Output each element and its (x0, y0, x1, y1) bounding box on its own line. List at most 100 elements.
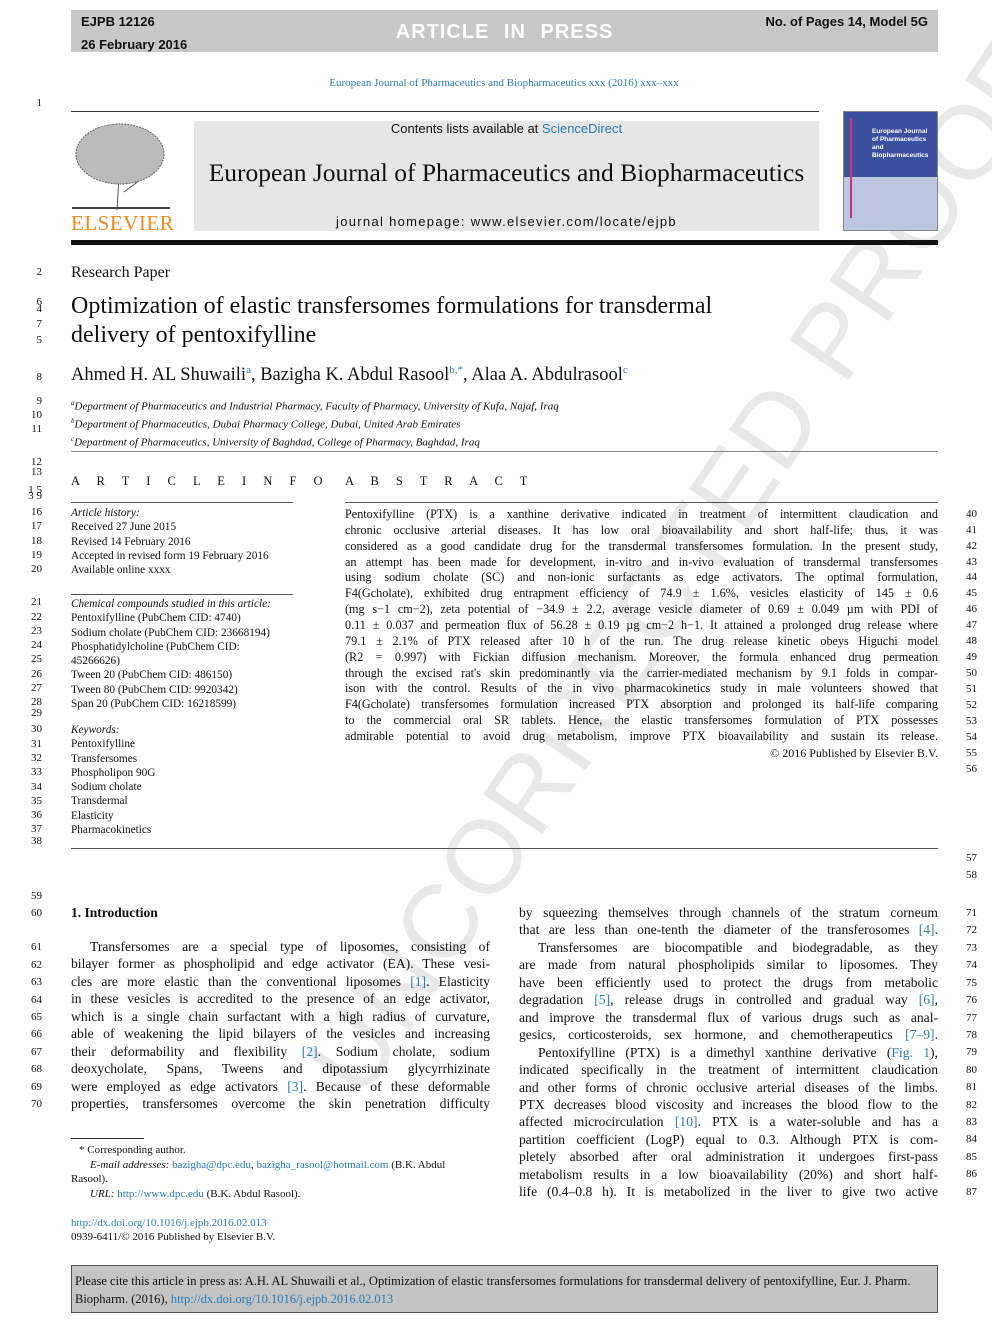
reference-link[interactable]: [7–9] (905, 1027, 934, 1042)
line-number: 8 (36, 371, 43, 383)
history-item: Available online xxxx (71, 564, 171, 577)
line-number: 45 (966, 587, 977, 599)
line-number: 19 (31, 549, 42, 561)
author-name[interactable]: Alaa A. Abdulrasool (471, 365, 623, 385)
abstract-line: an attempt has been made for development… (345, 554, 938, 569)
paragraph-line: were employed as edge activators [3]. Be… (71, 1078, 490, 1094)
line-number: 10 (31, 409, 42, 421)
article-title: Optimization of elastic transfersomes fo… (71, 292, 712, 350)
line-number: 74 (966, 959, 977, 971)
line-number: 26 (31, 668, 42, 680)
line-number: 51 (966, 683, 977, 695)
divider (71, 111, 819, 112)
abstract-line: considered as a good candidate drug for … (345, 538, 938, 553)
corresponding-author-note: * Corresponding author. (79, 1144, 186, 1156)
keyword-item[interactable]: Transdermal (71, 794, 155, 808)
reference-link[interactable]: [1] (410, 974, 426, 989)
line-number: 84 (966, 1133, 977, 1145)
paragraph-line: deoxycholate, Spans, Tweens and dipotass… (71, 1061, 490, 1077)
journal-cover-image: European Journal of Pharmaceutics and Bi… (843, 111, 938, 231)
line-number: 65 (31, 1011, 42, 1023)
doi-link[interactable]: http://dx.doi.org/10.1016/j.ejpb.2016.02… (71, 1217, 267, 1229)
abstract-heading: A B S T R A C T (345, 474, 535, 488)
line-number: 33 (31, 766, 42, 778)
sciencedirect-link[interactable]: ScienceDirect (542, 121, 622, 136)
compound-item: 45266626) (71, 655, 120, 668)
email-link[interactable]: bazigha@dpc.edu (172, 1159, 251, 1171)
line-number: 77 (966, 1012, 977, 1024)
article-history: Article history: Received 27 June 2015 Re… (71, 506, 269, 577)
elsevier-logo: ELSEVIER (71, 211, 175, 235)
line-number: 49 (966, 651, 977, 663)
line-number: 68 (31, 1063, 42, 1075)
line-number: 11 (31, 423, 42, 435)
reference-link[interactable]: [4] (919, 922, 935, 937)
compound-item: Sodium cholate (PubChem CID: 23668194) (71, 626, 270, 639)
compounds-label: Chemical compounds studied in this artic… (71, 598, 271, 610)
line-number: 5 (36, 334, 43, 346)
keyword-item[interactable]: Pentoxifylline (71, 737, 155, 751)
history-item: Received 27 June 2015 (71, 521, 177, 534)
affiliation: aDepartment of Pharmaceutics and Industr… (71, 399, 559, 413)
paragraph-line: and other forms of chronic occlusive art… (519, 1079, 938, 1095)
line-number: 24 (31, 639, 42, 651)
keyword-item[interactable]: Transfersomes (71, 752, 155, 766)
abstract-line: using sodium cholate (SC) and non-ionic … (345, 570, 938, 585)
line-number: 70 (31, 1098, 42, 1110)
paragraph-line: able of weakening the lipid bilayers of … (71, 1026, 490, 1042)
line-number: 52 (966, 699, 977, 711)
keyword-item[interactable]: Phospholipon 90G (71, 766, 155, 780)
reference-link[interactable]: Fig. 1 (891, 1045, 930, 1060)
divider (71, 502, 293, 503)
line-number: 38 (31, 835, 42, 847)
keywords-label: Keywords: (71, 724, 120, 736)
line-number: 81 (966, 1081, 977, 1093)
footnote-divider (71, 1138, 144, 1139)
title-line: Optimization of elastic transfersomes fo… (71, 293, 713, 319)
paragraph-line: bilayer former as phospholipid and edge … (71, 956, 490, 972)
journal-reference-link[interactable]: European Journal of Pharmaceutics and Bi… (0, 77, 992, 89)
line-number: 82 (966, 1099, 977, 1111)
compound-item: Pentoxifylline (PubChem CID: 4740) (71, 612, 241, 625)
author-affiliation-marker[interactable]: a (246, 364, 251, 376)
line-number: 73 (966, 942, 977, 954)
keyword-item[interactable]: Pharmacokinetics (71, 823, 155, 837)
reference-link[interactable]: [6] (919, 992, 935, 1007)
line-number: 4 (36, 303, 43, 315)
journal-homepage[interactable]: journal homepage: www.elsevier.com/locat… (194, 214, 819, 229)
line-number: 79 (966, 1046, 977, 1058)
reference-link[interactable]: [5] (594, 992, 610, 1007)
line-number: 31 (31, 738, 42, 750)
line-number: 67 (31, 1046, 42, 1058)
paragraph-line: and improve the transdermal flux of vari… (519, 1009, 938, 1025)
line-number: 55 (966, 747, 977, 759)
line-number: 80 (966, 1064, 977, 1076)
line-number: 21 (31, 596, 42, 608)
citation-doi-link[interactable]: http://dx.doi.org/10.1016/j.ejpb.2016.02… (171, 1292, 393, 1306)
email-owner: (B.K. Abdul (391, 1158, 446, 1171)
line-number: 2 (36, 266, 43, 278)
author-affiliation-marker[interactable]: c (623, 364, 628, 376)
author-affiliation-marker[interactable]: b,* (449, 364, 463, 376)
url-link[interactable]: http://www.dpc.edu (117, 1188, 204, 1200)
reference-link[interactable]: [2] (302, 1044, 318, 1059)
author-name[interactable]: Ahmed H. AL Shuwaili (71, 365, 246, 385)
paragraph-line: their deformability and flexibility [2].… (71, 1043, 490, 1059)
line-number: 37 (31, 823, 42, 835)
title-line: delivery of pentoxifylline (71, 322, 317, 348)
author-name[interactable]: Bazigha K. Abdul Rasool (260, 365, 449, 385)
abstract-line: 0.11 ± 0.037 and permeation flux of 56.2… (345, 617, 938, 632)
article-type: Research Paper (71, 264, 171, 281)
line-number: 61 (31, 941, 42, 953)
abstract-line: to the commercial oral SR tablets. Hence… (345, 713, 938, 728)
line-number: 86 (966, 1168, 977, 1180)
keyword-item[interactable]: Elasticity (71, 809, 155, 823)
reference-link[interactable]: [3] (287, 1079, 303, 1094)
reference-link[interactable]: [10] (675, 1114, 698, 1129)
paragraph-line: metabolism results in a low bioavailabil… (519, 1166, 938, 1182)
line-number: 75 (966, 977, 977, 989)
paragraph-line: indicated specifically in the treatment … (519, 1062, 938, 1078)
keyword-item[interactable]: Sodium cholate (71, 780, 155, 794)
paragraph-line: PTX decreases blood viscosity and increa… (519, 1096, 938, 1112)
email-link[interactable]: bazigha_rasool@hotmail.com (256, 1159, 388, 1171)
